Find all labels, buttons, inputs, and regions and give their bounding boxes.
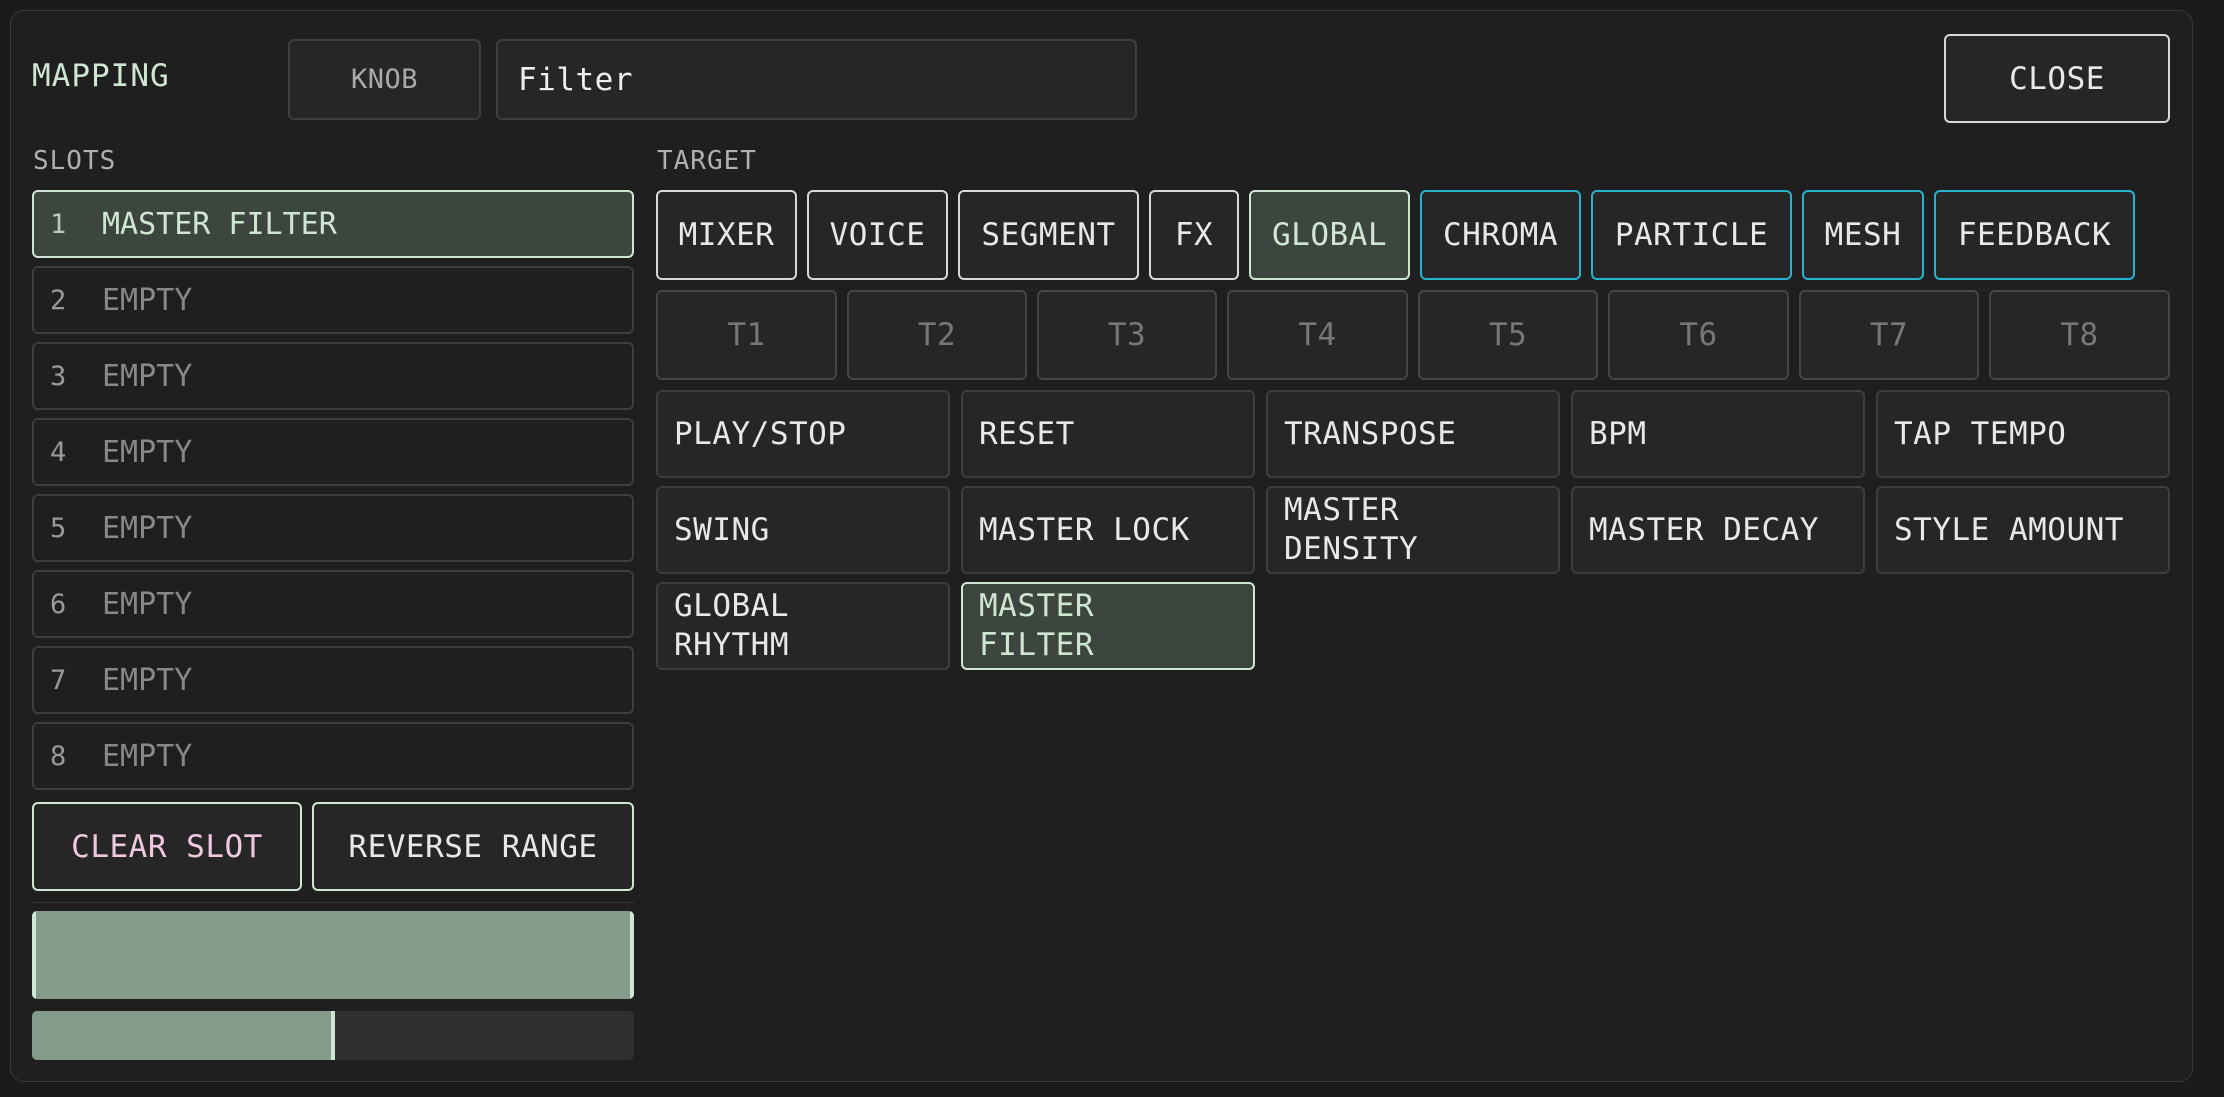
param-master-decay[interactable]: MASTER DECAY (1571, 486, 1865, 574)
slot-number: 2 (50, 284, 67, 316)
track-t3[interactable]: T3 (1037, 290, 1217, 380)
slot-3[interactable]: 3 EMPTY (32, 342, 634, 410)
tab-global[interactable]: GLOBAL (1249, 190, 1410, 280)
reverse-range-button[interactable]: REVERSE RANGE (312, 802, 634, 891)
clear-slot-button[interactable]: CLEAR SLOT (32, 802, 302, 891)
track-t5[interactable]: T5 (1418, 290, 1598, 380)
slot-7[interactable]: 7 EMPTY (32, 646, 634, 714)
param-reset[interactable]: RESET (961, 390, 1255, 478)
range-max-handle[interactable] (630, 911, 634, 999)
tab-particle[interactable]: PARTICLE (1591, 190, 1792, 280)
param-transpose[interactable]: TRANSPOSE (1266, 390, 1560, 478)
param-play-stop[interactable]: PLAY/STOP (656, 390, 950, 478)
slot-8[interactable]: 8 EMPTY (32, 722, 634, 790)
slot-label: EMPTY (102, 662, 193, 698)
slot-number: 5 (50, 512, 67, 544)
param-global-rhythm[interactable]: GLOBAL RHYTHM (656, 582, 950, 670)
track-t7[interactable]: T7 (1799, 290, 1979, 380)
slot-label: EMPTY (102, 586, 193, 622)
tab-fx[interactable]: FX (1149, 190, 1239, 280)
slot-label: EMPTY (102, 434, 193, 470)
track-t4[interactable]: T4 (1227, 290, 1408, 380)
value-fill (32, 1011, 333, 1060)
divider (32, 902, 634, 903)
slot-label: MASTER FILTER (102, 206, 337, 242)
slot-number: 1 (50, 208, 67, 240)
panel-title: MAPPING (32, 58, 170, 94)
slot-1[interactable]: 1 MASTER FILTER (32, 190, 634, 258)
track-t2[interactable]: T2 (847, 290, 1027, 380)
value-bar[interactable] (32, 1011, 634, 1060)
tab-segment[interactable]: SEGMENT (958, 190, 1139, 280)
track-t1[interactable]: T1 (656, 290, 837, 380)
slot-label: EMPTY (102, 738, 193, 774)
target-heading: TARGET (657, 146, 757, 176)
param-master-lock[interactable]: MASTER LOCK (961, 486, 1255, 574)
slot-number: 3 (50, 360, 67, 392)
slot-5[interactable]: 5 EMPTY (32, 494, 634, 562)
tab-voice[interactable]: VOICE (807, 190, 948, 280)
mode-knob-button[interactable]: KNOB (288, 39, 481, 120)
tab-mesh[interactable]: MESH (1802, 190, 1924, 280)
range-bar[interactable] (32, 911, 634, 999)
param-master-filter[interactable]: MASTER FILTER (961, 582, 1255, 670)
slot-number: 4 (50, 436, 67, 468)
slot-2[interactable]: 2 EMPTY (32, 266, 634, 334)
param-swing[interactable]: SWING (656, 486, 950, 574)
slot-6[interactable]: 6 EMPTY (32, 570, 634, 638)
slot-number: 6 (50, 588, 67, 620)
value-handle[interactable] (331, 1011, 335, 1060)
param-bpm[interactable]: BPM (1571, 390, 1865, 478)
slot-number: 7 (50, 664, 67, 696)
param-tap-tempo[interactable]: TAP TEMPO (1876, 390, 2170, 478)
tab-chroma[interactable]: CHROMA (1420, 190, 1581, 280)
tab-feedback[interactable]: FEEDBACK (1934, 190, 2135, 280)
slot-label: EMPTY (102, 358, 193, 394)
range-fill (32, 911, 634, 999)
close-button[interactable]: CLOSE (1944, 34, 2170, 123)
slot-number: 8 (50, 740, 67, 772)
range-min-handle[interactable] (32, 911, 36, 999)
track-t8[interactable]: T8 (1989, 290, 2170, 380)
param-master-density[interactable]: MASTER DENSITY (1266, 486, 1560, 574)
mapping-name-input[interactable]: Filter (496, 39, 1137, 120)
slots-heading: SLOTS (33, 146, 117, 176)
slot-label: EMPTY (102, 282, 193, 318)
track-t6[interactable]: T6 (1608, 290, 1789, 380)
slot-label: EMPTY (102, 510, 193, 546)
slot-4[interactable]: 4 EMPTY (32, 418, 634, 486)
param-style-amount[interactable]: STYLE AMOUNT (1876, 486, 2170, 574)
tab-mixer[interactable]: MIXER (656, 190, 797, 280)
